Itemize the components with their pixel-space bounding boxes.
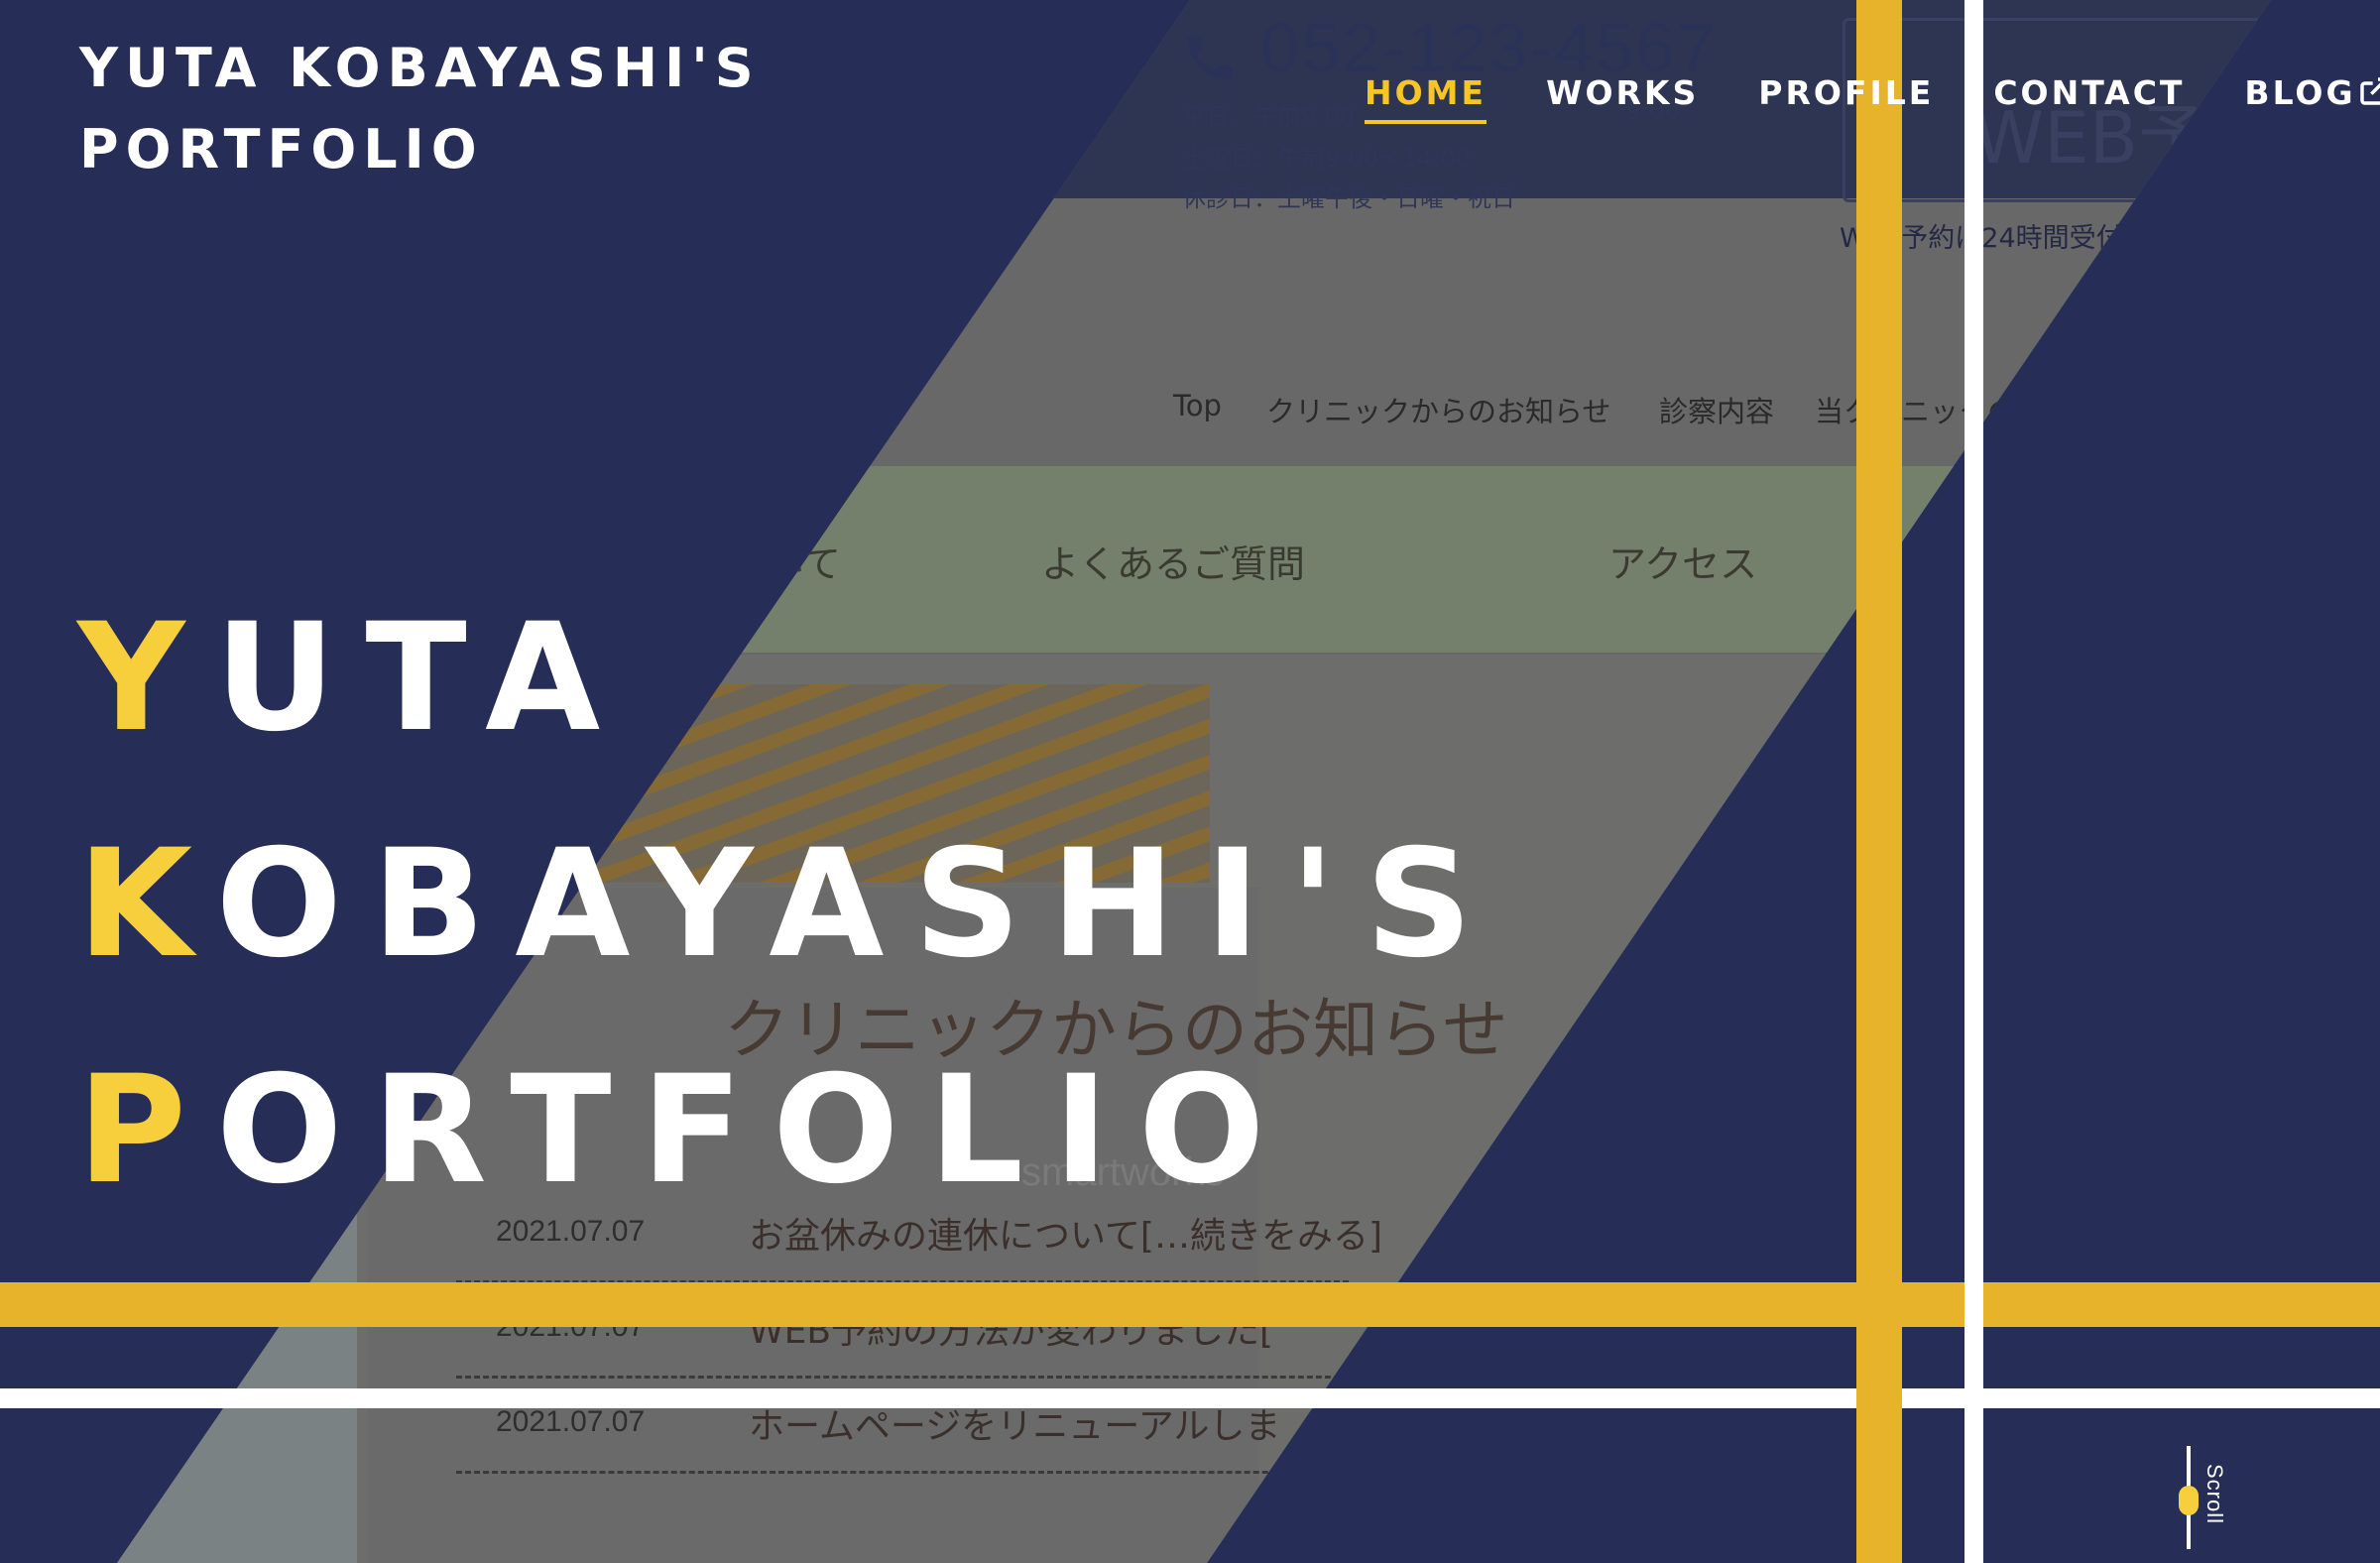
decor-line-yellow-horizontal [0,1282,2380,1327]
site-logo-line1: YUTA KOBAYASHI'S [79,37,761,99]
hero-initial: P [77,1044,216,1217]
hero-title: YUTA KOBAYASHI'S PORTFOLIO [77,565,1502,1244]
preview-hours-weekday: 平日：午前9:00 [1182,103,1355,131]
nav-item-blog[interactable]: BLOG [2244,73,2380,124]
scroll-indicator[interactable]: Scroll [2172,1446,2251,1555]
scroll-label: Scroll [2202,1464,2227,1525]
preview-menu-top: Top [1173,389,1222,422]
preview-hours-saturday: 土曜日：午前9:00〜14:00 [1182,145,1472,173]
hero-initial: Y [77,592,215,765]
scroll-dot-icon [2179,1486,2199,1515]
nav-item-label: WORKS [1546,73,1700,112]
main-nav: HOME WORKS PROFILE CONTACT BLOG [1365,73,2380,124]
nav-item-label: PROFILE [1758,73,1935,112]
decor-line-white-vertical [1964,0,1983,1563]
hero-line: PORTFOLIO [77,1018,1502,1244]
site-logo[interactable]: YUTA KOBAYASHI'S PORTFOLIO [79,28,761,190]
portfolio-hero: 052-123-4567 平日：午前9:00 9:00 土曜日：午前9:00〜1… [0,0,2380,1563]
hero-rest: ORTFOLIO [215,1044,1295,1217]
preview-menu-features: 当クリニックの４つ [1815,395,2075,428]
preview-green-access: アクセス [1608,542,1758,586]
decor-line-white-horizontal [0,1388,2380,1408]
nav-item-profile[interactable]: PROFILE [1758,73,1934,124]
external-link-icon [2358,75,2380,107]
nav-item-label: BLOG [2244,73,2356,112]
phone-icon [1180,24,1240,83]
nav-item-home[interactable]: HOME [1365,73,1488,124]
hero-initial: K [77,818,216,991]
site-logo-line2: PORTFOLIO [79,118,484,180]
preview-news-date: 2021.07.07 [496,1405,646,1438]
nav-item-contact[interactable]: CONTACT [1993,73,2185,124]
preview-hours-closed: 休診日：土曜午後・日曜・祝日 [1182,184,1515,212]
nav-item-works[interactable]: WORKS [1546,73,1699,124]
hero-line: KOBAYASHI'S [77,791,1502,1018]
decor-line-yellow-vertical [1856,0,1902,1563]
preview-menu-services: 診察内容 [1659,395,1775,428]
hero-rest: UTA [214,592,631,765]
preview-menu-news: クリニックからのお知らせ [1266,395,1611,428]
hero-rest: OBAYASHI'S [215,818,1502,991]
nav-item-label: CONTACT [1993,73,2186,112]
hero-line: YUTA [77,565,1502,791]
nav-item-label: HOME [1365,73,1488,112]
